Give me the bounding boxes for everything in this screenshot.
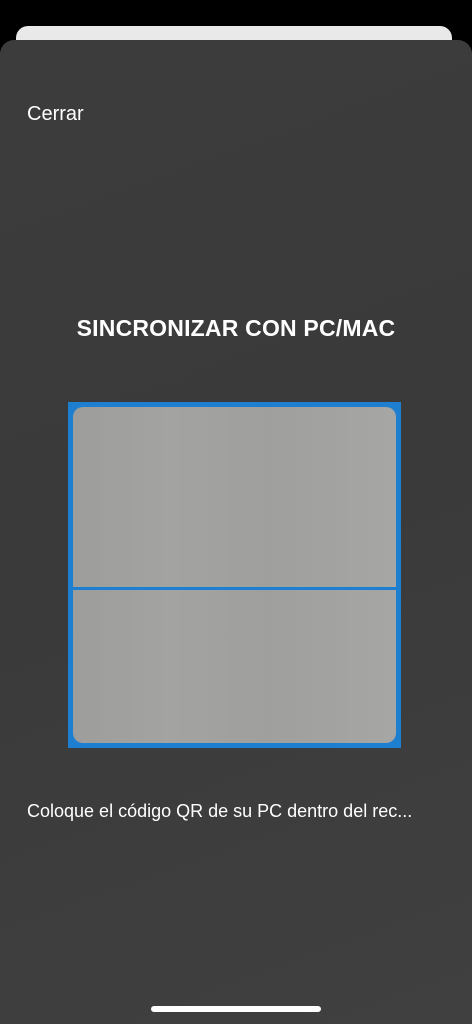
scan-instruction: Coloque el código QR de su PC dentro del… <box>27 801 413 821</box>
close-button[interactable]: Cerrar <box>27 103 84 126</box>
qr-scanner-frame <box>68 402 401 748</box>
sync-modal-sheet: Cerrar SINCRONIZAR CON PC/MAC Coloque el… <box>0 40 472 1024</box>
camera-preview <box>73 407 396 743</box>
screen: Cerrar SINCRONIZAR CON PC/MAC Coloque el… <box>0 0 472 1024</box>
home-indicator[interactable] <box>151 1006 321 1012</box>
modal-title: SINCRONIZAR CON PC/MAC <box>76 315 396 341</box>
scan-line <box>73 587 396 590</box>
